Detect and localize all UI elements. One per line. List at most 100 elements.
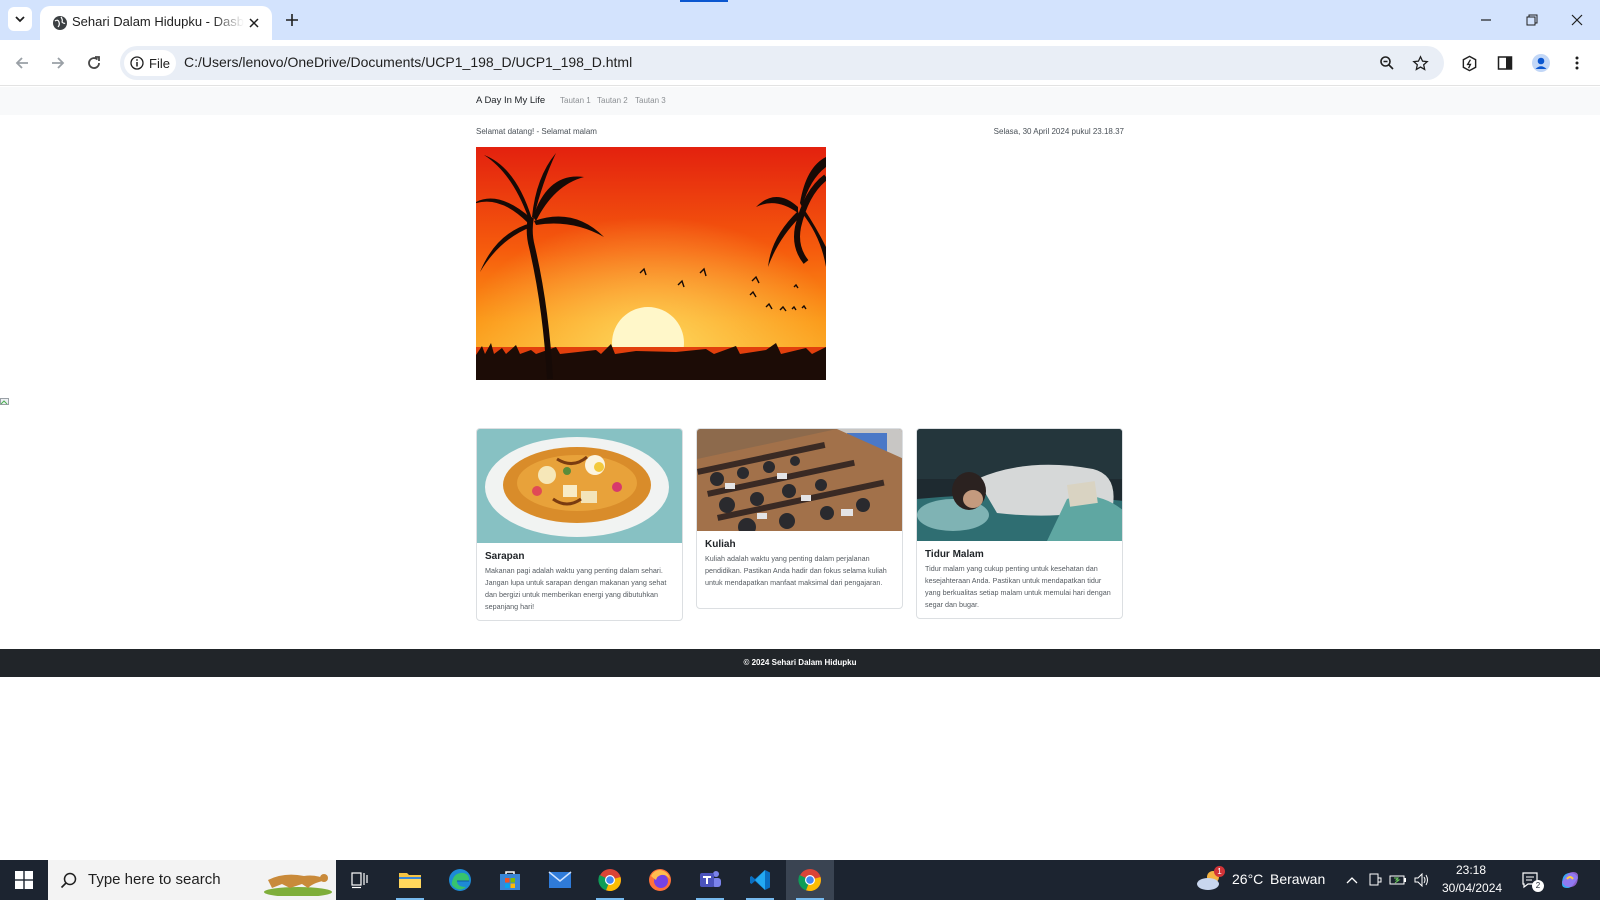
- chrome-icon: [598, 869, 621, 892]
- card-title: Kuliah: [705, 539, 736, 550]
- restore-icon: [1526, 14, 1538, 26]
- card-title: Sarapan: [485, 551, 525, 562]
- weather-temp[interactable]: 26°C: [1232, 871, 1263, 887]
- start-button[interactable]: [0, 860, 48, 900]
- lecture-image: [697, 429, 902, 531]
- hero-sunset-image: [476, 147, 826, 380]
- breakfast-image: [477, 429, 682, 543]
- minimize-icon: [1481, 19, 1491, 21]
- sleep-image: [917, 429, 1122, 541]
- task-view-icon: [351, 872, 368, 889]
- profile-button[interactable]: [1528, 50, 1554, 76]
- copilot-button[interactable]: [1550, 860, 1590, 900]
- star-icon: [1411, 54, 1429, 71]
- windows-icon: [15, 871, 33, 889]
- chevron-down-icon: [15, 16, 25, 23]
- chrome-icon: [798, 869, 821, 892]
- card-tidur-malam: Tidur Malam Tidur malam yang cukup penti…: [916, 428, 1123, 619]
- folder-icon: [399, 873, 421, 888]
- footer-copyright: © 2024 Sehari Dalam Hidupku: [743, 658, 857, 667]
- browser-tab-active[interactable]: Sehari Dalam Hidupku - Dasbor: [40, 6, 272, 40]
- avatar-icon: [1532, 54, 1550, 72]
- card-title: Tidur Malam: [925, 549, 984, 560]
- clock-time[interactable]: 23:18: [1456, 863, 1486, 877]
- clock-date[interactable]: 30/04/2024: [1442, 881, 1502, 895]
- nav-link-2[interactable]: Tautan 2: [597, 96, 628, 105]
- taskbar-chrome[interactable]: [586, 860, 634, 900]
- taskbar-search-box[interactable]: Type here to search: [48, 860, 336, 900]
- tab-close-button[interactable]: [246, 15, 262, 31]
- arrow-right-icon: [52, 57, 65, 69]
- nav-link-3[interactable]: Tautan 3: [635, 96, 666, 105]
- taskbar-file-explorer[interactable]: [386, 860, 434, 900]
- browser-tab-bar: Sehari Dalam Hidupku - Dasbor: [0, 0, 1600, 40]
- site-navbar: A Day In My Life Tautan 1 Tautan 2 Tauta…: [0, 87, 1600, 115]
- reload-button[interactable]: [81, 50, 107, 76]
- tray-battery-button[interactable]: [1386, 860, 1410, 900]
- plus-icon: [286, 14, 298, 26]
- store-icon: [500, 871, 520, 890]
- taskbar-firefox[interactable]: [636, 860, 684, 900]
- volume-icon: [1414, 873, 1428, 887]
- taskbar-vscode[interactable]: [736, 860, 784, 900]
- weather-desc[interactable]: Berawan: [1270, 871, 1325, 887]
- more-vertical-icon: [1575, 56, 1579, 70]
- info-icon: [130, 56, 144, 70]
- taskbar-store[interactable]: [486, 860, 534, 900]
- tray-overflow-button[interactable]: [1340, 860, 1364, 900]
- new-tab-button[interactable]: [280, 8, 304, 32]
- notification-count: 2: [1532, 880, 1544, 892]
- taskbar-mail[interactable]: [536, 860, 584, 900]
- bookmark-button[interactable]: [1409, 52, 1431, 74]
- menu-button[interactable]: [1564, 50, 1590, 76]
- site-footer: © 2024 Sehari Dalam Hidupku: [0, 649, 1600, 677]
- tab-search-button[interactable]: [8, 7, 32, 31]
- vscode-icon: [750, 870, 770, 890]
- chevron-up-icon: [1346, 877, 1358, 884]
- site-info-chip[interactable]: File: [124, 50, 176, 76]
- forward-button[interactable]: [45, 50, 71, 76]
- restore-button[interactable]: [1520, 8, 1544, 32]
- minimize-button[interactable]: [1474, 8, 1498, 32]
- navbar-brand[interactable]: A Day In My Life: [476, 95, 545, 106]
- tab-title: Sehari Dalam Hidupku - Dasbor: [72, 14, 244, 29]
- datetime-text: Selasa, 30 April 2024 pukul 23.18.37: [993, 127, 1124, 136]
- url-text[interactable]: C:/Users/lenovo/OneDrive/Documents/UCP1_…: [184, 54, 632, 70]
- notification-center-button[interactable]: 2: [1512, 860, 1548, 900]
- extension-icon: [1462, 55, 1476, 71]
- weather-badge: 1: [1214, 866, 1225, 877]
- broken-image-icon: [0, 393, 10, 405]
- taskbar-edge[interactable]: [436, 860, 484, 900]
- device-icon: [1369, 873, 1382, 886]
- tray-meet-button[interactable]: [1364, 860, 1386, 900]
- side-panel-button[interactable]: [1492, 50, 1518, 76]
- card-text: Kuliah adalah waktu yang penting dalam p…: [705, 554, 887, 587]
- zoom-icon: [1380, 56, 1394, 70]
- search-icon: [60, 872, 77, 889]
- greeting-text: Selamat datang! - Selamat malam: [476, 127, 597, 136]
- card-text: Makanan pagi adalah waktu yang penting d…: [485, 566, 667, 611]
- arrow-left-icon: [15, 57, 28, 69]
- zoom-button[interactable]: [1376, 52, 1398, 74]
- windows-taskbar: Type here to search 1 26°C Berawan 23:18…: [0, 860, 1600, 900]
- reload-icon: [88, 56, 100, 69]
- teams-icon: [700, 871, 721, 887]
- card-sarapan: Sarapan Makanan pagi adalah waktu yang p…: [476, 428, 683, 621]
- browser-toolbar: File C:/Users/lenovo/OneDrive/Documents/…: [0, 40, 1600, 86]
- back-button[interactable]: [9, 50, 35, 76]
- firefox-icon: [649, 869, 671, 891]
- nav-link-1[interactable]: Tautan 1: [560, 96, 591, 105]
- address-bar[interactable]: File C:/Users/lenovo/OneDrive/Documents/…: [120, 46, 1444, 80]
- loading-indicator: [680, 0, 728, 2]
- card-text: Tidur malam yang cukup penting untuk kes…: [925, 564, 1111, 609]
- weather-widget[interactable]: 1: [1190, 860, 1230, 900]
- extensions-button[interactable]: [1456, 50, 1482, 76]
- tray-volume-button[interactable]: [1410, 860, 1434, 900]
- close-window-button[interactable]: [1565, 8, 1589, 32]
- task-view-button[interactable]: [336, 860, 384, 900]
- chip-label: File: [149, 55, 170, 71]
- side-panel-icon: [1497, 56, 1513, 70]
- card-kuliah: Kuliah Kuliah adalah waktu yang penting …: [696, 428, 903, 609]
- taskbar-teams[interactable]: [686, 860, 734, 900]
- taskbar-chrome-active[interactable]: [786, 860, 834, 900]
